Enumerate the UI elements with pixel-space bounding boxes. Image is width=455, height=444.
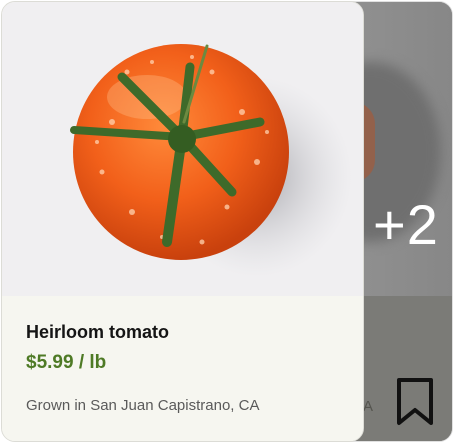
product-info: Heirloom tomato $5.99 / lb Grown in San …: [2, 296, 363, 441]
bookmark-icon: [397, 378, 433, 425]
more-items-count[interactable]: +2: [373, 192, 439, 257]
product-photo: [2, 2, 363, 296]
tomato-photo: [70, 44, 352, 277]
product-price: $5.99 / lb: [26, 352, 107, 373]
product-title: Heirloom tomato: [26, 322, 170, 342]
product-origin: Grown in San Juan Capistrano, CA: [26, 397, 260, 414]
bookmark-button[interactable]: [391, 374, 439, 430]
product-card[interactable]: Heirloom tomato $5.99 / lb Grown in San …: [1, 1, 364, 442]
stacked-card-origin-fragment: A: [363, 398, 374, 415]
